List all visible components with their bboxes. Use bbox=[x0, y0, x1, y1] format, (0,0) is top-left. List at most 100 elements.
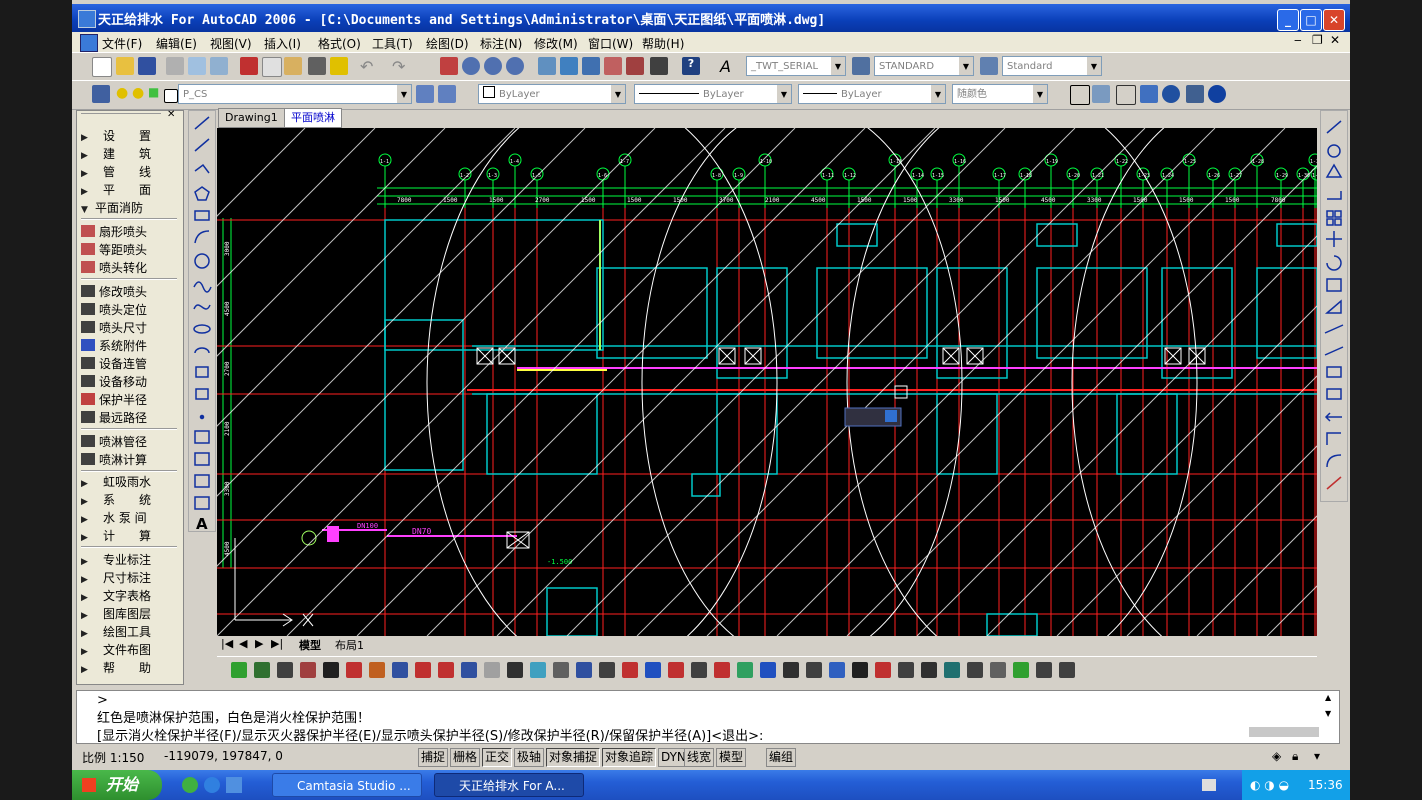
sp-tool-equal-sprinkler[interactable]: 等距喷头 bbox=[81, 241, 147, 259]
tab-current-drawing[interactable]: 平面喷淋 bbox=[284, 108, 342, 128]
sp-tool-system-accessory[interactable]: 系统附件 bbox=[81, 337, 147, 355]
rectangle-icon[interactable] bbox=[194, 210, 210, 221]
doc-icon[interactable] bbox=[80, 34, 98, 52]
toolpalettes-icon[interactable] bbox=[582, 57, 600, 75]
gradient-icon[interactable] bbox=[194, 452, 210, 466]
title-bar[interactable]: 天正给排水 For AutoCAD 2006 - [C:\Documents a… bbox=[72, 4, 1350, 32]
tangent-tool-icon[interactable] bbox=[760, 662, 776, 678]
extend-icon[interactable] bbox=[1324, 346, 1344, 356]
menu-modify[interactable]: 修改(M) bbox=[534, 35, 578, 52]
zoom-window-icon[interactable] bbox=[484, 57, 502, 75]
plotstyle-select[interactable]: 随颜色 ▼ bbox=[952, 84, 1048, 104]
menu-edit[interactable]: 编辑(E) bbox=[156, 35, 197, 52]
menu-file[interactable]: 文件(F) bbox=[102, 35, 142, 52]
rotate-icon[interactable] bbox=[1326, 255, 1342, 271]
panel-grip[interactable] bbox=[81, 113, 161, 114]
snap-button[interactable]: 捕捉 bbox=[418, 748, 449, 767]
sp-group-draw-tools[interactable]: ▶ 绘图工具 bbox=[81, 623, 151, 641]
tangent-tool-icon[interactable] bbox=[231, 662, 247, 678]
trim-icon[interactable] bbox=[1324, 324, 1344, 334]
sp-tool-convert-sprinkler[interactable]: 喷头转化 bbox=[81, 259, 147, 277]
insert-block-icon[interactable] bbox=[195, 366, 209, 378]
sp-group-settings[interactable]: ▶ 设 置 bbox=[81, 127, 151, 145]
tangent-tool-icon[interactable] bbox=[415, 662, 431, 678]
tangent-tool-icon[interactable] bbox=[898, 662, 914, 678]
tangent-tool-icon[interactable] bbox=[300, 662, 316, 678]
command-window[interactable]: > 红色是喷淋保护范围，白色是消火栓保护范围！ [显示消火栓保护半径(F)/显示… bbox=[76, 690, 1340, 744]
tab-drawing1[interactable]: Drawing1 bbox=[218, 108, 285, 128]
publish-icon[interactable] bbox=[210, 57, 228, 75]
open-icon[interactable] bbox=[116, 57, 134, 75]
join-icon[interactable] bbox=[1324, 412, 1342, 422]
matchprop-icon[interactable] bbox=[308, 57, 326, 75]
array-icon[interactable] bbox=[1326, 210, 1334, 218]
table-style-select[interactable]: Standard ▼ bbox=[1002, 56, 1102, 76]
hatch-icon[interactable] bbox=[194, 430, 210, 444]
tangent-tool-icon[interactable] bbox=[1013, 662, 1029, 678]
region-icon[interactable] bbox=[194, 474, 210, 488]
tangent-tool-icon[interactable] bbox=[599, 662, 615, 678]
paste-icon[interactable] bbox=[284, 57, 302, 75]
sp-group-fire[interactable]: ▼ 平面消防 bbox=[81, 199, 143, 217]
undo-icon[interactable]: ↶ bbox=[360, 57, 378, 76]
keyboard-icon[interactable] bbox=[1202, 779, 1216, 791]
tangent-tool-icon[interactable] bbox=[254, 662, 270, 678]
sp-tool-modify-sprinkler[interactable]: 修改喷头 bbox=[81, 283, 147, 301]
sp-group-pumproom[interactable]: ▶ 水 泵 间 bbox=[81, 509, 147, 527]
tab-layout1[interactable]: 布局1 bbox=[335, 637, 364, 653]
polygon-icon[interactable] bbox=[194, 186, 210, 201]
ortho-button[interactable]: 正交 bbox=[482, 748, 513, 767]
tangent-tool-icon[interactable] bbox=[783, 662, 799, 678]
explode-icon[interactable] bbox=[1326, 476, 1342, 490]
minimize-button[interactable]: _ bbox=[1277, 9, 1299, 31]
quicklaunch-icon-3[interactable] bbox=[226, 777, 242, 793]
globe-icon[interactable] bbox=[1208, 85, 1226, 103]
doc-close-icon[interactable]: ✕ bbox=[1330, 33, 1340, 47]
break-icon[interactable] bbox=[1326, 388, 1342, 400]
tray-icons[interactable]: ◐ ◑ ◒ bbox=[1250, 778, 1289, 792]
mirror-icon[interactable] bbox=[1325, 163, 1343, 178]
sp-tool-position-sprinkler[interactable]: 喷头定位 bbox=[81, 301, 147, 319]
tangent-tool-icon[interactable] bbox=[737, 662, 753, 678]
tangent-tool-icon[interactable] bbox=[438, 662, 454, 678]
tangent-tool-icon[interactable] bbox=[323, 662, 339, 678]
layer-manager-icon[interactable] bbox=[92, 85, 110, 103]
sp-group-text-table[interactable]: ▶ 文字表格 bbox=[81, 587, 151, 605]
box-icon[interactable] bbox=[1186, 85, 1204, 103]
line-icon[interactable] bbox=[194, 116, 210, 130]
group-button[interactable]: 编组 bbox=[766, 748, 797, 767]
help-icon[interactable]: ? bbox=[682, 57, 700, 75]
command-prompt[interactable]: [显示消火栓保护半径(F)/显示灭火器保护半径(E)/显示喷头保护半径(S)/修… bbox=[97, 725, 763, 744]
view-front-icon[interactable] bbox=[1070, 85, 1090, 105]
save-icon[interactable] bbox=[138, 57, 156, 75]
sp-group-plan[interactable]: ▶ 平 面 bbox=[81, 181, 151, 199]
sp-tool-farthest-path[interactable]: 最远路径 bbox=[81, 409, 147, 427]
move-object-icon[interactable] bbox=[1326, 231, 1342, 247]
panel-close-icon[interactable]: ✕ bbox=[167, 109, 175, 120]
color-select[interactable]: ByLayer ▼ bbox=[478, 84, 626, 104]
status-menu-icon[interactable]: ▾ bbox=[1314, 749, 1320, 763]
tangent-tool-icon[interactable] bbox=[369, 662, 385, 678]
tangent-tool-icon[interactable] bbox=[622, 662, 638, 678]
tangent-tool-icon[interactable] bbox=[346, 662, 362, 678]
sphere-icon[interactable] bbox=[1162, 85, 1180, 103]
mtext-icon[interactable]: A bbox=[196, 515, 208, 533]
sheetset-icon[interactable] bbox=[604, 57, 622, 75]
spline-icon[interactable] bbox=[193, 304, 211, 310]
tab-prev-icon[interactable]: ◀ bbox=[239, 637, 247, 650]
polyline-icon[interactable] bbox=[194, 163, 210, 174]
sp-group-system[interactable]: ▶ 系 统 bbox=[81, 491, 151, 509]
tangent-tool-icon[interactable] bbox=[576, 662, 592, 678]
preview-icon[interactable] bbox=[188, 57, 206, 75]
tangent-tool-icon[interactable] bbox=[277, 662, 293, 678]
tangent-tool-icon[interactable] bbox=[691, 662, 707, 678]
tangent-tool-icon[interactable] bbox=[645, 662, 661, 678]
ellipse-arc-icon[interactable] bbox=[194, 347, 210, 354]
tangent-tool-icon[interactable] bbox=[921, 662, 937, 678]
menu-dimension[interactable]: 标注(N) bbox=[480, 35, 522, 52]
calculator-icon[interactable] bbox=[650, 57, 668, 75]
new-icon[interactable] bbox=[92, 57, 112, 77]
menu-view[interactable]: 视图(V) bbox=[210, 35, 252, 52]
lineweight-select[interactable]: ByLayer ▼ bbox=[798, 84, 946, 104]
tab-first-icon[interactable]: |◀ bbox=[221, 637, 233, 650]
